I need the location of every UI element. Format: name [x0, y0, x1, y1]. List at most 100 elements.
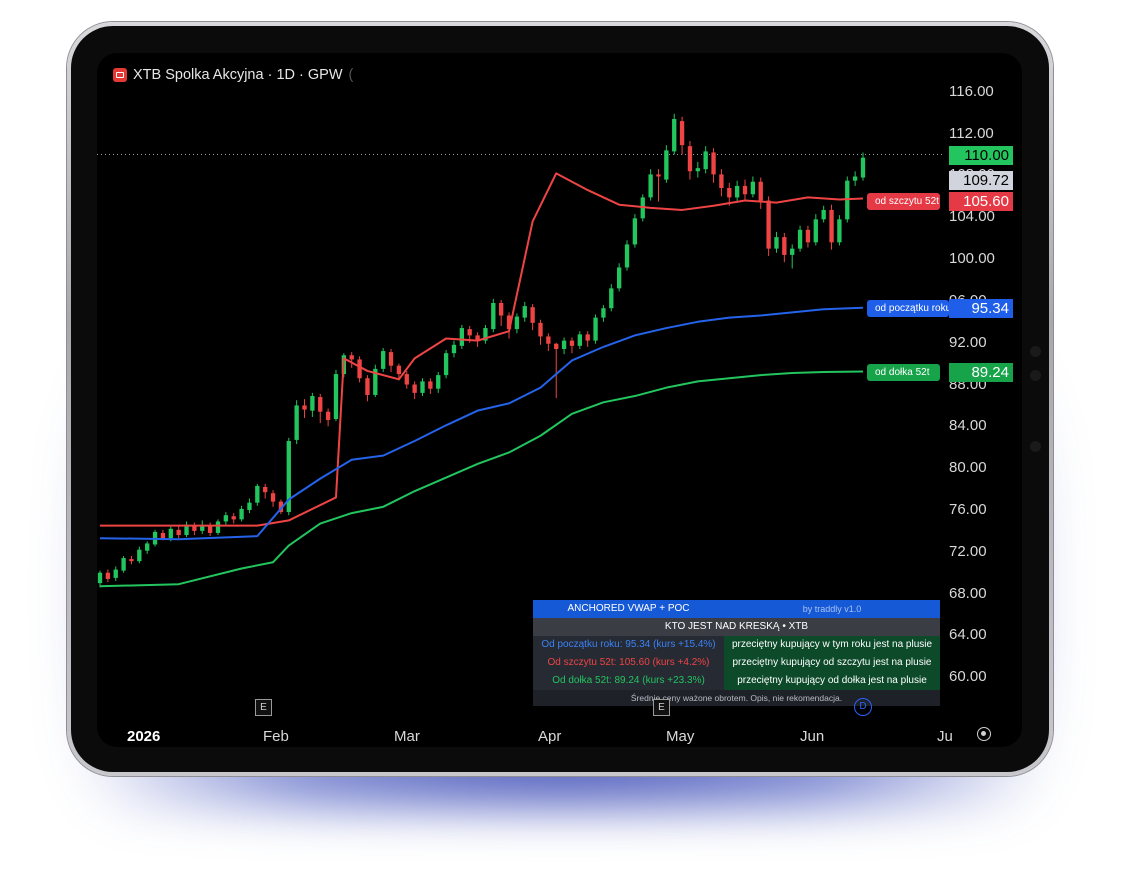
candle-body [727, 187, 732, 198]
price-tag: 89.24 [949, 362, 1013, 382]
candle-body [129, 559, 134, 562]
candle-body [263, 486, 268, 493]
candle-body [310, 396, 315, 411]
candle-body [499, 302, 504, 316]
table-cell-status: przeciętny kupujący od szczytu jest na p… [724, 654, 940, 672]
x-tick-label: Jun [800, 728, 825, 745]
settings-gear-icon[interactable] [977, 727, 991, 741]
y-tick-label: 92.00 [949, 333, 987, 351]
y-tick-label: 60.00 [949, 668, 987, 686]
candle-body [231, 516, 236, 520]
candle-body [805, 229, 811, 243]
candle-body [766, 200, 771, 249]
candle-body [443, 353, 449, 376]
y-tick-label: 84.00 [949, 417, 987, 435]
price-tag: 109.72 [949, 170, 1013, 190]
candle-body [451, 344, 457, 354]
candle-body [561, 340, 567, 349]
candle-body [357, 359, 362, 379]
candles-group [97, 113, 866, 588]
candle-body [137, 549, 142, 562]
table-row: Od szczytu 52t: 105.60 (kurs +4.2%) przec… [533, 654, 940, 672]
candle-body [255, 485, 260, 503]
candle-body [388, 352, 394, 366]
candle-body [585, 334, 590, 341]
table-author: by traddly v1.0 [724, 600, 940, 618]
y-tick-label: 116.00 [949, 82, 994, 100]
candle-body [365, 378, 370, 395]
candle-body [703, 151, 708, 170]
table-footer: Średnie ceny ważone obrotem. Opis, nie r… [630, 693, 843, 703]
vwap-line [99, 306, 864, 541]
candle-body [593, 317, 598, 341]
info-table: ANCHORED VWAP + POC by traddly v1.0 KTO … [533, 600, 940, 706]
y-tick-label: 112.00 [949, 124, 994, 142]
vwap-line [100, 172, 864, 527]
candle-body [750, 181, 756, 195]
candle-body [396, 365, 402, 375]
price-tag: 105.60 [949, 191, 1013, 211]
earnings-marker[interactable]: E [653, 699, 670, 716]
candle-body [522, 306, 527, 318]
candle-body [632, 218, 638, 245]
candle-body [239, 508, 244, 520]
table-row: Od dołka 52t: 89.24 (kurs +23.3%) przecię… [533, 672, 940, 690]
x-tick-label: 2026 [127, 728, 161, 745]
candle-body [577, 334, 582, 346]
candle-body [719, 174, 724, 188]
candle-body [538, 322, 543, 337]
candle-body [467, 329, 472, 336]
candle-body [145, 543, 150, 551]
price-tag: 95.34 [949, 298, 1013, 318]
candle-body [829, 209, 834, 243]
candle-body [176, 529, 181, 536]
y-tick-label: 100.00 [949, 250, 995, 268]
candle-body [852, 176, 858, 181]
side-sensor [1030, 346, 1041, 357]
candle-body [270, 493, 276, 502]
candle-body [782, 237, 787, 255]
candle-body [247, 502, 252, 510]
table-cell-label: Od dołka 52t: 89.24 (kurs +23.3%) [533, 672, 724, 690]
vwap-lines-group [99, 172, 864, 588]
candle-body [695, 168, 700, 172]
candle-body [569, 340, 575, 346]
candle-body [711, 152, 716, 175]
candle-body [514, 316, 520, 330]
candle-body [860, 157, 866, 178]
symbol-title: XTB Spolka Akcyjna · 1D · GPW [133, 67, 343, 83]
earnings-marker[interactable]: E [255, 699, 272, 716]
table-cell-status: przeciętny kupujący od dołka jest na plu… [724, 672, 940, 690]
candle-body [215, 521, 221, 533]
table-cell-status: przeciętny kupujący w tym roku jest na p… [724, 636, 940, 654]
candle-body [168, 528, 173, 539]
y-tick-label: 72.00 [949, 542, 987, 560]
line-label: od początku roku [867, 299, 949, 317]
candle-body [546, 336, 551, 344]
candle-body [530, 307, 535, 323]
table-cell-label: Od szczytu 52t: 105.60 (kurs +4.2%) [533, 654, 724, 672]
candle-body [325, 411, 331, 421]
candle-body [797, 229, 803, 249]
dividend-marker[interactable]: D [854, 698, 872, 716]
candle-body [734, 185, 740, 198]
chart-screen[interactable]: XTB Spolka Akcyjna · 1D · GPW ( 116.00 11… [97, 53, 1022, 747]
candle-body [656, 174, 661, 177]
candle-body [616, 267, 622, 289]
line-label: od szczytu 52t [867, 192, 940, 210]
x-tick-label: May [666, 728, 695, 745]
candle-body [459, 328, 464, 346]
candle-body [601, 308, 606, 318]
candle-body [436, 375, 441, 389]
candle-body [349, 355, 354, 360]
candle-body [679, 121, 685, 146]
candle-body [664, 150, 669, 180]
price-tag: 110.00 [949, 145, 1013, 165]
candle-body [609, 288, 614, 309]
candle-body [381, 351, 386, 369]
side-sensor [1030, 441, 1041, 452]
candle-body [223, 515, 229, 522]
side-sensor [1030, 370, 1041, 381]
candle-body [105, 572, 111, 579]
table-row: Od początku roku: 95.34 (kurs +15.4%) prz… [533, 636, 940, 654]
